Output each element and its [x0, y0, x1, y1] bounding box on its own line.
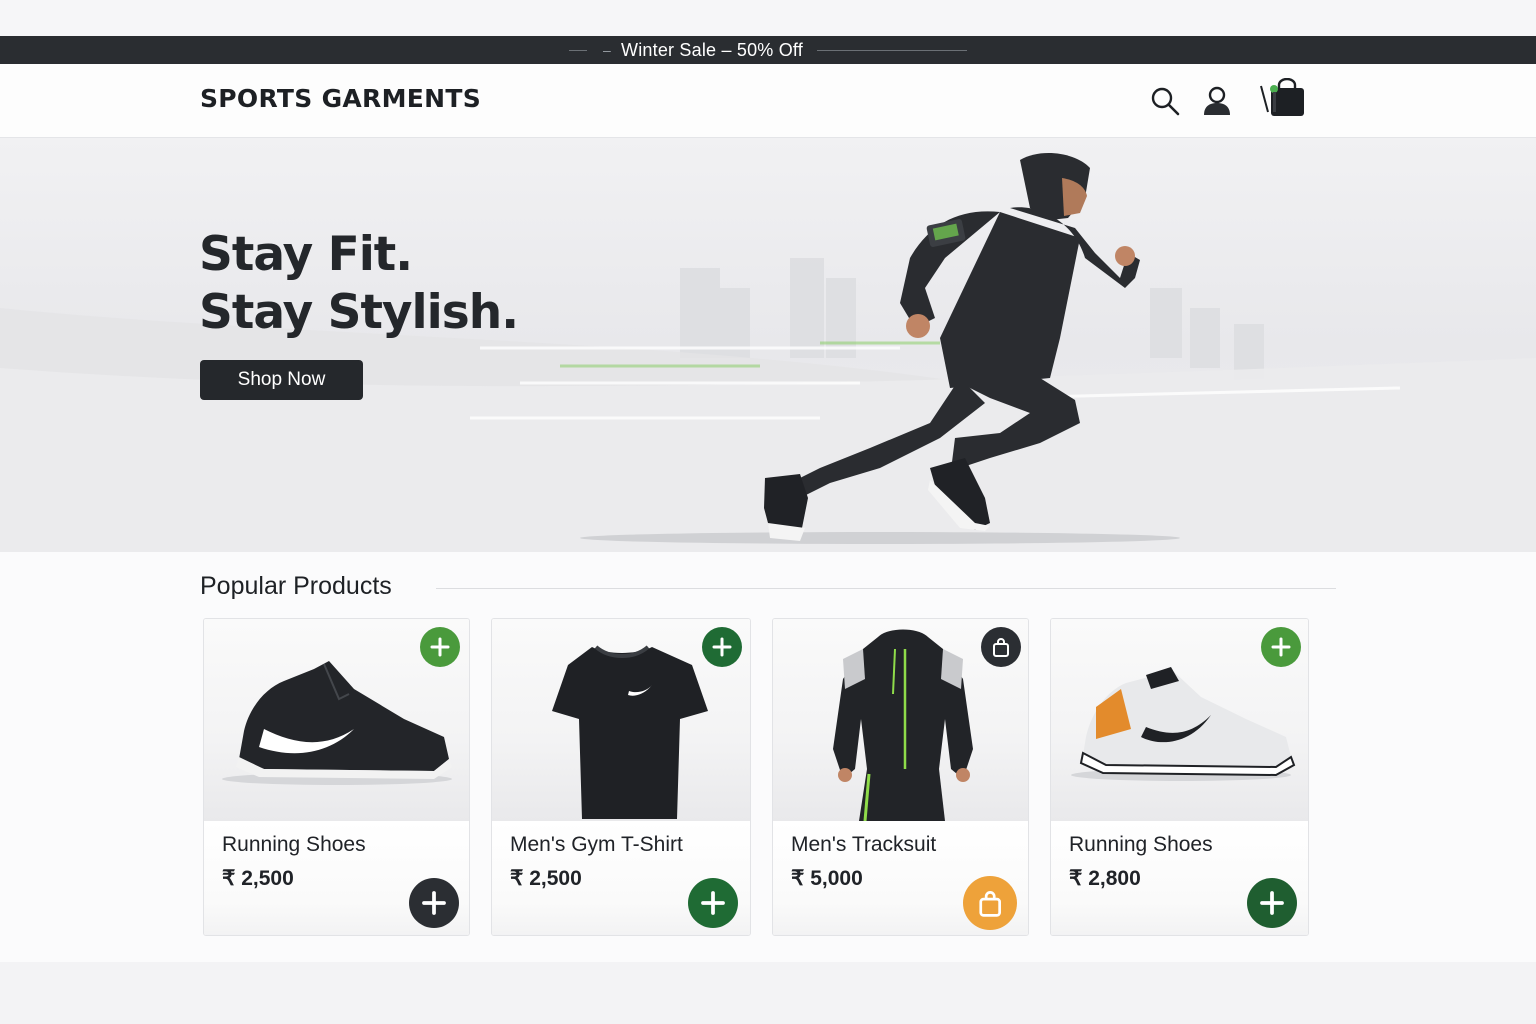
add-to-cart-button[interactable]: [1247, 878, 1297, 928]
product-card[interactable]: Running Shoes ₹ 2,500: [203, 618, 470, 936]
add-to-cart-button[interactable]: [409, 878, 459, 928]
shopping-bag-icon[interactable]: [1258, 77, 1306, 118]
hero-title-line1: Stay Fit.: [199, 227, 413, 282]
site-logo[interactable]: SPORTS GARMENTS: [200, 84, 481, 113]
user-icon[interactable]: [1200, 84, 1234, 118]
product-price: ₹ 2,800: [1069, 867, 1141, 890]
plus-icon: [701, 891, 725, 915]
site-header: SPORTS GARMENTS: [0, 64, 1536, 138]
add-to-wishlist-button[interactable]: [420, 627, 460, 667]
bag-button[interactable]: [981, 627, 1021, 667]
promo-divider-left: [569, 49, 588, 51]
product-card[interactable]: Men's Gym T-Shirt ₹ 2,500: [491, 618, 751, 936]
bottom-spacer: [0, 962, 1536, 1024]
plus-icon: [1260, 891, 1284, 915]
product-price: ₹ 2,500: [510, 867, 582, 890]
product-name[interactable]: Men's Tracksuit: [791, 833, 936, 857]
plus-icon: [422, 891, 446, 915]
promo-text: Winter Sale – 50% Off: [621, 39, 803, 60]
add-to-wishlist-button[interactable]: [702, 627, 742, 667]
plus-icon: [430, 637, 450, 657]
popular-products-section: Popular Products Running Shoes ₹ 2,500 M…: [0, 552, 1536, 962]
bag-icon: [979, 890, 1001, 917]
top-spacer: [0, 0, 1536, 36]
add-to-wishlist-button[interactable]: [1261, 627, 1301, 667]
shop-now-button[interactable]: Shop Now: [200, 360, 363, 400]
hero-title-line2: Stay Stylish.: [199, 285, 519, 340]
add-to-cart-button[interactable]: [963, 876, 1017, 930]
add-to-cart-button[interactable]: [688, 878, 738, 928]
product-card[interactable]: Running Shoes ₹ 2,800: [1050, 618, 1309, 936]
promo-divider-right: [816, 49, 967, 51]
product-name[interactable]: Running Shoes: [222, 833, 366, 857]
product-name[interactable]: Men's Gym T-Shirt: [510, 833, 683, 857]
search-icon[interactable]: [1148, 84, 1182, 118]
hero-banner: Stay Fit. Stay Stylish. Shop Now: [0, 138, 1536, 552]
promo-dash: –: [603, 42, 612, 58]
hero-illustration: [0, 153, 1536, 552]
product-card[interactable]: Men's Tracksuit ₹ 5,000: [772, 618, 1029, 936]
promo-banner[interactable]: – Winter Sale – 50% Off: [0, 36, 1536, 64]
section-title: Popular Products: [200, 572, 392, 600]
plus-icon: [1271, 637, 1291, 657]
product-price: ₹ 2,500: [222, 867, 294, 890]
plus-icon: [712, 637, 732, 657]
product-name[interactable]: Running Shoes: [1069, 833, 1213, 857]
product-price: ₹ 5,000: [791, 867, 863, 890]
hero-title: Stay Fit. Stay Stylish.: [199, 226, 519, 342]
bag-icon: [993, 638, 1009, 657]
section-divider: [436, 588, 1336, 589]
